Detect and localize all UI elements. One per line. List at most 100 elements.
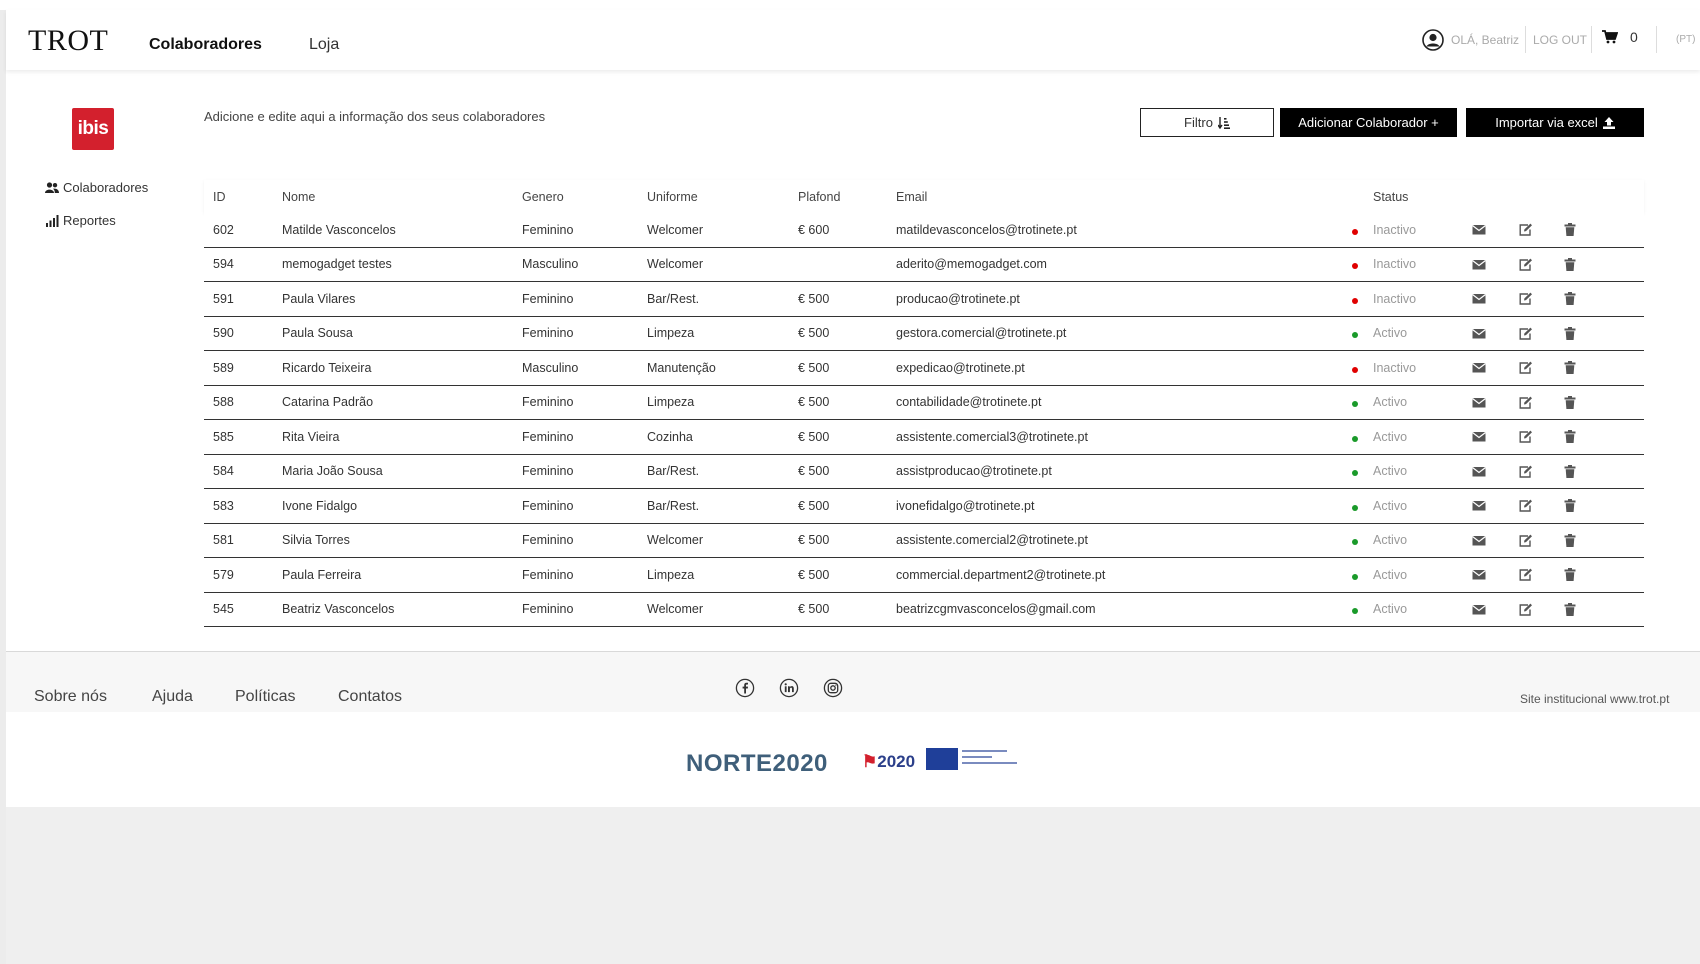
table-row[interactable]: 602 Matilde Vasconcelos Feminino Welcomer € … bbox=[204, 213, 1644, 248]
facebook-icon[interactable] bbox=[735, 678, 755, 698]
table-row[interactable]: 589 Ricardo Teixeira Masculino Manutenção € … bbox=[204, 351, 1644, 386]
delete-button[interactable] bbox=[1563, 489, 1577, 523]
delete-button[interactable] bbox=[1563, 213, 1577, 247]
edit-button[interactable] bbox=[1519, 593, 1533, 627]
table-row[interactable]: 583 Ivone Fidalgo Feminino Bar/Rest. € 500 iv… bbox=[204, 489, 1644, 524]
column-header-plafond[interactable]: Plafond bbox=[798, 180, 840, 213]
sidebar-item-reportes[interactable]: Reportes bbox=[45, 213, 116, 228]
edit-button[interactable] bbox=[1519, 282, 1533, 316]
table-body: 602 Matilde Vasconcelos Feminino Welcomer € … bbox=[204, 213, 1644, 627]
send-email-button[interactable] bbox=[1472, 420, 1486, 454]
edit-button[interactable] bbox=[1519, 351, 1533, 385]
status-dot bbox=[1352, 351, 1358, 385]
delete-button[interactable] bbox=[1563, 248, 1577, 282]
table-row[interactable]: 594 memogadget testes Masculino Welcomer ade… bbox=[204, 247, 1644, 282]
add-button-label: Adicionar Colaborador + bbox=[1298, 115, 1439, 130]
send-email-button[interactable] bbox=[1472, 593, 1486, 627]
top-header: TROT Colaboradores Loja OLÁ, Beatriz LOG… bbox=[6, 10, 1700, 70]
table-row[interactable]: 588 Catarina Padrão Feminino Limpeza € 500 co… bbox=[204, 385, 1644, 420]
cell-uniforme: Welcomer bbox=[647, 222, 704, 237]
sidebar-item-label: Reportes bbox=[63, 213, 116, 228]
send-email-button[interactable] bbox=[1472, 248, 1486, 282]
edit-button[interactable] bbox=[1519, 213, 1533, 247]
send-email-button[interactable] bbox=[1472, 213, 1486, 247]
delete-button[interactable] bbox=[1563, 524, 1577, 558]
footer-link-politicas[interactable]: Políticas bbox=[235, 688, 295, 706]
footer-link-sobre[interactable]: Sobre nós bbox=[34, 688, 107, 706]
edit-button[interactable] bbox=[1519, 455, 1533, 489]
send-email-button[interactable] bbox=[1472, 282, 1486, 316]
add-colaborador-button[interactable]: Adicionar Colaborador + bbox=[1280, 108, 1457, 137]
table-row[interactable]: 590 Paula Sousa Feminino Limpeza € 500 gestor… bbox=[204, 316, 1644, 351]
import-excel-button[interactable]: Importar via excel bbox=[1466, 108, 1644, 137]
edit-button[interactable] bbox=[1519, 317, 1533, 351]
table-row[interactable]: 584 Maria João Sousa Feminino Bar/Rest. € 50… bbox=[204, 454, 1644, 489]
edit-button[interactable] bbox=[1519, 386, 1533, 420]
column-header-uniforme[interactable]: Uniforme bbox=[647, 180, 698, 213]
cart-icon[interactable] bbox=[1602, 30, 1618, 44]
edit-button[interactable] bbox=[1519, 524, 1533, 558]
footer-link-ajuda[interactable]: Ajuda bbox=[152, 688, 193, 706]
column-header-id[interactable]: ID bbox=[213, 180, 226, 213]
trot-logo[interactable]: TROT bbox=[28, 24, 108, 58]
table-row[interactable]: 581 Silvia Torres Feminino Welcomer € 500 ass… bbox=[204, 523, 1644, 558]
table-row[interactable]: 591 Paula Vilares Feminino Bar/Rest. € 500 pr… bbox=[204, 282, 1644, 317]
filter-button[interactable]: Filtro bbox=[1140, 108, 1274, 137]
status-badge: Activo bbox=[1373, 326, 1408, 341]
status-dot bbox=[1352, 420, 1358, 454]
cell-id: 594 bbox=[213, 257, 234, 272]
instagram-icon[interactable] bbox=[823, 678, 843, 698]
column-header-nome[interactable]: Nome bbox=[282, 180, 315, 213]
norte2020-logo: NORTE2020 bbox=[686, 750, 828, 777]
table-row[interactable]: 585 Rita Vieira Feminino Cozinha € 500 assist… bbox=[204, 420, 1644, 455]
language-selector[interactable]: (PT) bbox=[1676, 34, 1695, 45]
edit-button[interactable] bbox=[1519, 558, 1533, 592]
status-badge: Activo bbox=[1373, 429, 1408, 444]
delete-button[interactable] bbox=[1563, 420, 1577, 454]
table-row[interactable]: 579 Paula Ferreira Feminino Limpeza € 500 com… bbox=[204, 558, 1644, 593]
page: TROT Colaboradores Loja OLÁ, Beatriz LOG… bbox=[6, 10, 1700, 964]
ibis-brand-logo: ibis bbox=[72, 108, 114, 150]
send-email-button[interactable] bbox=[1472, 455, 1486, 489]
footer-link-contatos[interactable]: Contatos bbox=[338, 688, 402, 706]
send-email-button[interactable] bbox=[1472, 558, 1486, 592]
status-badge: Inactivo bbox=[1373, 257, 1417, 272]
nav-colaboradores[interactable]: Colaboradores bbox=[149, 36, 262, 54]
logout-link[interactable]: LOG OUT bbox=[1533, 33, 1587, 47]
column-header-status[interactable]: Status bbox=[1373, 180, 1408, 213]
cell-email: aderito@memogadget.com bbox=[896, 257, 1047, 272]
cell-uniforme: Bar/Rest. bbox=[647, 498, 700, 513]
send-email-button[interactable] bbox=[1472, 351, 1486, 385]
cell-id: 591 bbox=[213, 291, 234, 306]
edit-button[interactable] bbox=[1519, 248, 1533, 282]
page-bottom-background bbox=[6, 807, 1700, 964]
delete-button[interactable] bbox=[1563, 317, 1577, 351]
cell-nome: Paula Vilares bbox=[282, 291, 356, 306]
edit-button[interactable] bbox=[1519, 420, 1533, 454]
delete-button[interactable] bbox=[1563, 558, 1577, 592]
cell-nome: Ivone Fidalgo bbox=[282, 498, 358, 513]
table-row[interactable]: 545 Beatriz Vasconcelos Feminino Welcomer € … bbox=[204, 592, 1644, 627]
delete-button[interactable] bbox=[1563, 386, 1577, 420]
delete-button[interactable] bbox=[1563, 593, 1577, 627]
cell-plafond: € 500 bbox=[798, 567, 830, 582]
envelope-icon bbox=[1472, 363, 1486, 373]
institutional-site-link[interactable]: Site institucional www.trot.pt bbox=[1520, 692, 1669, 706]
delete-button[interactable] bbox=[1563, 282, 1577, 316]
sidebar-item-colaboradores[interactable]: Colaboradores bbox=[45, 180, 148, 195]
delete-button[interactable] bbox=[1563, 351, 1577, 385]
send-email-button[interactable] bbox=[1472, 317, 1486, 351]
column-header-genero[interactable]: Genero bbox=[522, 180, 564, 213]
nav-loja[interactable]: Loja bbox=[309, 36, 339, 54]
send-email-button[interactable] bbox=[1472, 489, 1486, 523]
send-email-button[interactable] bbox=[1472, 386, 1486, 420]
edit-button[interactable] bbox=[1519, 489, 1533, 523]
cell-uniforme: Limpeza bbox=[647, 395, 695, 410]
column-header-email[interactable]: Email bbox=[896, 180, 927, 213]
delete-button[interactable] bbox=[1563, 455, 1577, 489]
trash-icon bbox=[1564, 223, 1576, 237]
sidebar-item-label: Colaboradores bbox=[63, 180, 149, 195]
linkedin-icon[interactable] bbox=[779, 678, 799, 698]
user-avatar-icon[interactable] bbox=[1422, 29, 1444, 51]
send-email-button[interactable] bbox=[1472, 524, 1486, 558]
